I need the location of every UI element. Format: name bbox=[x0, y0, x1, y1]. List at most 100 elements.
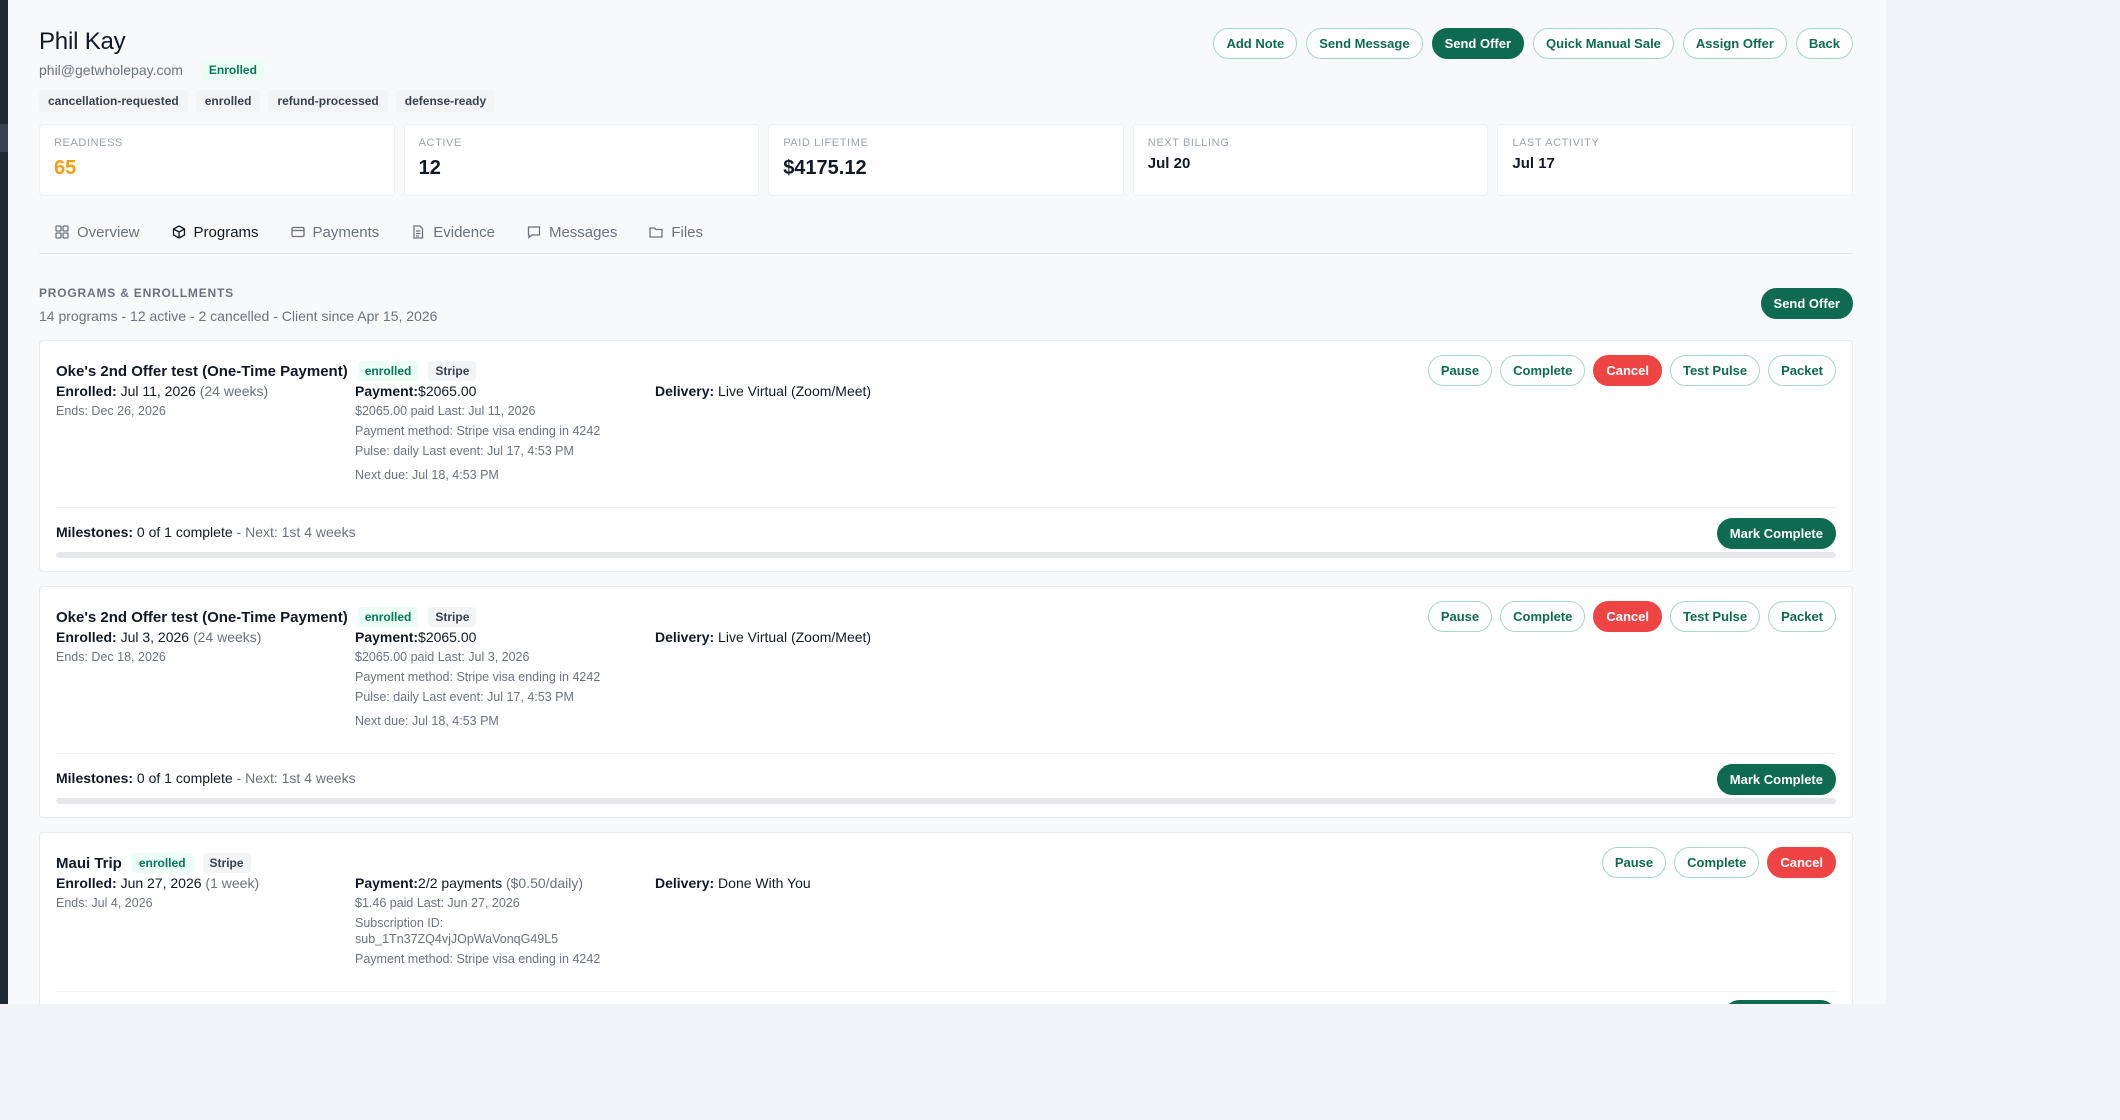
pause-button[interactable]: Pause bbox=[1427, 601, 1493, 632]
program-name: Oke's 2nd Offer test (One-Time Payment) bbox=[56, 362, 348, 380]
stat-value: Jul 20 bbox=[1147, 155, 1191, 172]
subscription-label: Subscription ID: bbox=[355, 916, 444, 930]
program-card: Oke's 2nd Offer test (One-Time Payment) … bbox=[39, 586, 1853, 818]
enrolled-date: Jul 3, 2026 bbox=[120, 629, 190, 645]
cancel-button[interactable]: Cancel bbox=[1593, 601, 1663, 632]
paid-line: $2065.00 paid Last: Jul 3, 2026 bbox=[355, 650, 530, 664]
tab-label: Evidence bbox=[433, 223, 495, 241]
processor-badge: Stripe bbox=[428, 607, 477, 627]
payment-column: Payment:$2065.00 $2065.00 paid Last: Jul… bbox=[355, 629, 645, 729]
client-contact-line: phil@getwholepay.com Enrolled bbox=[39, 60, 265, 80]
payment-method-line: Payment method: Stripe visa ending in 42… bbox=[355, 424, 601, 438]
chat-icon bbox=[527, 226, 541, 239]
test-pulse-button[interactable]: Test Pulse bbox=[1670, 601, 1761, 632]
program-card: Oke's 2nd Offer test (One-Time Payment) … bbox=[39, 340, 1853, 572]
client-detail-page: Phil Kay phil@getwholepay.com Enrolled c… bbox=[8, 0, 1886, 1004]
program-actions: Pause Complete Cancel Test Pulse Packet bbox=[1427, 355, 1836, 386]
tab-evidence[interactable]: Evidence bbox=[395, 214, 511, 250]
program-card-header: Oke's 2nd Offer test (One-Time Payment) … bbox=[40, 587, 1852, 632]
payment-method-line: Payment method: Stripe visa ending in 42… bbox=[355, 670, 601, 684]
milestones-next: - Next: 1st 4 weeks bbox=[236, 524, 356, 540]
ends-date: Ends: Dec 26, 2026 bbox=[56, 404, 166, 418]
milestones-label: Milestones: bbox=[56, 770, 134, 786]
section-send-offer-button[interactable]: Send Offer bbox=[1760, 288, 1853, 319]
tab-files[interactable]: Files bbox=[633, 214, 719, 250]
assign-offer-button[interactable]: Assign Offer bbox=[1682, 28, 1787, 59]
payment-value: $2065.00 bbox=[418, 629, 477, 645]
test-pulse-button[interactable]: Test Pulse bbox=[1670, 355, 1761, 386]
stat-active: Active 12 bbox=[403, 124, 760, 196]
stat-label: Active bbox=[418, 137, 462, 149]
tab-payments[interactable]: Payments bbox=[275, 214, 396, 250]
mark-complete-button[interactable]: Mark Complete bbox=[1716, 518, 1836, 549]
program-status-badge: enrolled bbox=[357, 607, 419, 627]
mark-complete-button[interactable]: Mark Complete bbox=[1716, 764, 1836, 795]
milestones-summary: Milestones: 0 of 1 complete - Next: 1st … bbox=[56, 524, 356, 540]
client-header: Phil Kay phil@getwholepay.com Enrolled c… bbox=[39, 0, 1853, 112]
enrolled-date: Jul 11, 2026 bbox=[120, 383, 196, 399]
stat-value: 12 bbox=[418, 157, 441, 179]
enrollment-column: Enrolled: Jul 11, 2026 (24 weeks) Ends: … bbox=[56, 383, 336, 419]
subscription-id: sub_1Tn37ZQ4vjJOpWaVonqG49L5 bbox=[355, 932, 559, 946]
program-duration: (24 weeks) bbox=[199, 383, 269, 399]
stat-label: Paid Lifetime bbox=[783, 137, 869, 149]
tab-messages[interactable]: Messages bbox=[511, 214, 633, 250]
document-icon bbox=[413, 225, 424, 239]
stat-label: Last Activity bbox=[1512, 137, 1600, 149]
program-duration: (24 weeks) bbox=[192, 629, 262, 645]
payment-label: Payment: bbox=[355, 629, 419, 645]
tab-label: Programs bbox=[193, 223, 259, 241]
packet-button[interactable]: Packet bbox=[1768, 601, 1836, 632]
tag-defense-ready: defense-ready bbox=[395, 90, 496, 112]
enrolled-line: Enrolled: Jun 27, 2026 (1 week) bbox=[56, 875, 336, 891]
cancel-button[interactable]: Cancel bbox=[1767, 847, 1836, 878]
delivery-line: Delivery: Live Virtual (Zoom/Meet) bbox=[655, 383, 1055, 399]
program-duration: (1 week) bbox=[205, 875, 260, 891]
complete-button[interactable]: Complete bbox=[1500, 601, 1586, 632]
mark-complete-button-cutoff[interactable] bbox=[1724, 1000, 1836, 1004]
pause-button[interactable]: Pause bbox=[1427, 355, 1493, 386]
program-status-badge: enrolled bbox=[131, 853, 193, 873]
client-tags: cancellation-requested enrolled refund-p… bbox=[39, 90, 496, 112]
delivery-value: Live Virtual (Zoom/Meet) bbox=[718, 629, 872, 645]
tag-enrolled: enrolled bbox=[195, 90, 261, 112]
tab-label: Overview bbox=[77, 223, 140, 241]
complete-button[interactable]: Complete bbox=[1674, 847, 1760, 878]
stat-paid-lifetime: Paid Lifetime $4175.12 bbox=[768, 124, 1124, 196]
milestones-row: Milestones: 0 of 1 complete - Next: 1st … bbox=[56, 753, 1836, 807]
tab-overview[interactable]: Overview bbox=[39, 214, 156, 250]
pulse-line: Pulse: daily Last event: Jul 17, 4:53 PM bbox=[355, 690, 574, 704]
pause-button[interactable]: Pause bbox=[1601, 847, 1667, 878]
stat-label: Readiness bbox=[54, 137, 123, 149]
packet-button[interactable]: Packet bbox=[1768, 355, 1836, 386]
viewport-background bbox=[1886, 0, 2120, 1120]
payment-column: Payment:2/2 payments ($0.50/daily) $1.46… bbox=[355, 875, 645, 967]
payment-line: Payment:2/2 payments ($0.50/daily) bbox=[355, 875, 645, 891]
complete-button[interactable]: Complete bbox=[1500, 355, 1586, 386]
enrolled-label: Enrolled: bbox=[56, 629, 117, 645]
next-due-line: Next due: Jul 18, 4:53 PM bbox=[355, 714, 499, 728]
enrolled-line: Enrolled: Jul 11, 2026 (24 weeks) bbox=[56, 383, 336, 399]
section-subtitle: 14 programs - 12 active - 2 cancelled - … bbox=[39, 308, 438, 324]
stat-readiness: Readiness 65 bbox=[39, 124, 395, 196]
delivery-column: Delivery: Live Virtual (Zoom/Meet) bbox=[655, 629, 1055, 645]
section-title: PROGRAMS & ENROLLMENTS bbox=[39, 286, 234, 300]
cube-icon bbox=[172, 225, 185, 239]
send-message-button[interactable]: Send Message bbox=[1306, 28, 1423, 59]
tab-programs[interactable]: Programs bbox=[156, 214, 275, 250]
folder-icon bbox=[649, 227, 663, 238]
add-note-button[interactable]: Add Note bbox=[1213, 28, 1298, 59]
delivery-label: Delivery: bbox=[655, 629, 715, 645]
delivery-value: Live Virtual (Zoom/Meet) bbox=[718, 383, 872, 399]
back-button[interactable]: Back bbox=[1795, 28, 1853, 59]
program-title-row: Maui Trip enrolled Stripe bbox=[56, 853, 251, 873]
send-offer-button[interactable]: Send Offer bbox=[1431, 28, 1525, 59]
cancel-button[interactable]: Cancel bbox=[1593, 355, 1663, 386]
paid-line: $2065.00 paid Last: Jul 11, 2026 bbox=[355, 404, 536, 418]
tab-label: Messages bbox=[548, 223, 618, 241]
paid-line: $1.46 paid Last: Jun 27, 2026 bbox=[355, 896, 520, 910]
quick-manual-sale-button[interactable]: Quick Manual Sale bbox=[1533, 28, 1674, 59]
milestones-row: Milestones: 0 of 1 complete - Next: 1st … bbox=[56, 507, 1836, 561]
enrolled-date: Jun 27, 2026 bbox=[120, 875, 202, 891]
delivery-value: Done With You bbox=[718, 875, 811, 891]
